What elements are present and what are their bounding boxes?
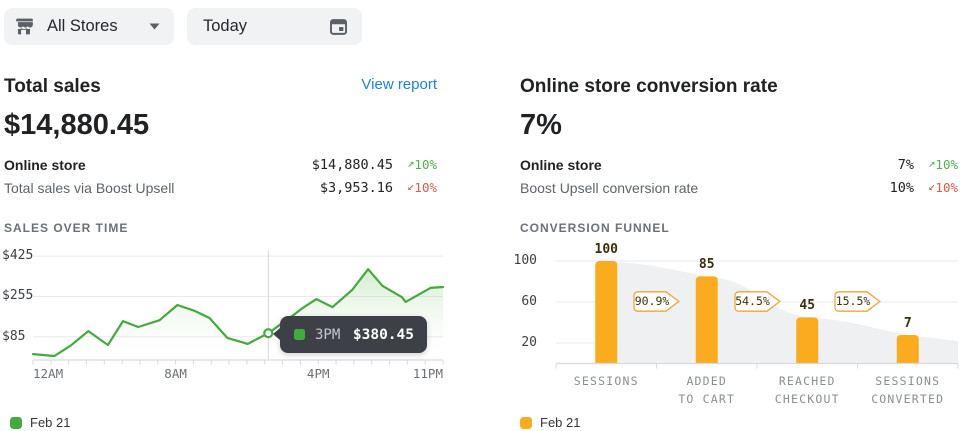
row-label: Online store	[520, 157, 602, 173]
funnel-stage-label: ADDED	[686, 374, 727, 388]
chart-tooltip: 3PM $380.45	[280, 316, 427, 353]
percent-badge: 15.5%	[834, 291, 881, 312]
y-axis-label: $425	[2, 248, 33, 263]
conversion-title: Online store conversion rate	[520, 76, 778, 98]
x-axis-label: 11PM	[413, 366, 443, 381]
tooltip-value: $380.45	[353, 327, 414, 343]
trend-badge: ↗10%	[914, 157, 958, 172]
bar-value-label: 7	[904, 316, 912, 331]
trend-up-icon: ↗	[407, 156, 414, 170]
bar-value-label: 100	[595, 242, 618, 257]
row-value: $3,953.16	[320, 180, 393, 196]
calendar-icon	[328, 16, 349, 37]
table-row: Boost Upsell conversion rate 10% ↙10%	[520, 176, 958, 199]
hover-marker	[264, 329, 272, 337]
funnel-stage-label: CHECKOUT	[775, 392, 840, 406]
row-label: Boost Upsell conversion rate	[520, 180, 698, 196]
analytics-dashboard: All Stores Today Total sales View report…	[0, 0, 960, 431]
total-sales-title: Total sales	[4, 76, 101, 98]
date-filter-button[interactable]: Today	[187, 8, 362, 45]
trend-down-icon: ↙	[928, 179, 935, 193]
storefront-icon	[14, 16, 35, 37]
row-value: 10%	[890, 180, 914, 196]
store-filter-button[interactable]: All Stores	[4, 8, 174, 45]
trend-down-icon: ↙	[407, 179, 414, 193]
funnel-bar[interactable]	[796, 317, 818, 363]
legend-swatch	[10, 417, 22, 429]
table-row: Online store 7% ↗10%	[520, 153, 958, 176]
row-value: $14,880.45	[312, 157, 393, 173]
funnel-stage-label: TO CART	[678, 392, 735, 406]
conversion-rate-panel: Online store conversion rate 7% Online s…	[520, 76, 958, 235]
y-axis-label: $255	[2, 288, 33, 303]
trend-percent: 10%	[935, 157, 958, 172]
total-sales-value: $14,880.45	[4, 108, 437, 142]
row-label: Total sales via Boost Upsell	[4, 180, 174, 196]
y-axis-label: 100	[506, 253, 537, 268]
trend-badge: ↗10%	[393, 157, 437, 172]
view-report-link[interactable]: View report	[361, 76, 437, 93]
bar-value-label: 85	[699, 257, 715, 272]
date-filter-label: Today	[203, 17, 247, 36]
x-axis-label: 4PM	[307, 366, 330, 381]
conversion-funnel-label: CONVERSION FUNNEL	[520, 221, 958, 235]
total-sales-panel: Total sales View report $14,880.45 Onlin…	[4, 76, 437, 235]
funnel-stage-label: REACHED	[779, 374, 836, 388]
table-row: Total sales via Boost Upsell $3,953.16 ↙…	[4, 176, 437, 199]
row-label: Online store	[4, 157, 86, 173]
funnel-stage-label: SESSIONS	[574, 374, 639, 388]
trend-badge: ↙10%	[393, 180, 437, 195]
funnel-stage-label: SESSIONS	[875, 374, 940, 388]
series-color-swatch	[294, 329, 305, 340]
trend-percent: 10%	[935, 180, 958, 195]
funnel-stage-label: CONVERTED	[871, 392, 944, 406]
funnel-bar[interactable]	[897, 335, 919, 364]
x-axis-label: 8AM	[164, 366, 187, 381]
tooltip-time: 3PM	[315, 327, 340, 343]
bar-value-label: 45	[799, 298, 815, 313]
trend-badge: ↙10%	[914, 180, 958, 195]
sales-over-time-label: SALES OVER TIME	[4, 221, 437, 235]
topbar: All Stores Today	[0, 0, 960, 52]
y-axis-label: 60	[506, 294, 537, 309]
funnel-bar[interactable]	[696, 276, 718, 363]
row-value: 7%	[898, 157, 914, 173]
percent-badge-label: 90.9%	[633, 294, 671, 308]
percent-badge: 90.9%	[633, 291, 680, 312]
trend-percent: 10%	[414, 180, 437, 195]
y-axis-label: $85	[2, 329, 25, 344]
percent-badge-label: 15.5%	[834, 294, 872, 308]
trend-up-icon: ↗	[928, 156, 935, 170]
x-axis-label: 12AM	[33, 366, 63, 381]
percent-badge-label: 54.5%	[734, 294, 772, 308]
total-sales-header: Total sales View report	[4, 76, 437, 99]
total-sales-breakdown: Online store $14,880.45 ↗10% Total sales…	[4, 153, 437, 199]
funnel-chart-legend: Feb 21	[520, 415, 580, 430]
conversion-header: Online store conversion rate	[520, 76, 958, 99]
trend-percent: 10%	[414, 157, 437, 172]
y-axis-label: 20	[506, 335, 537, 350]
legend-label: Feb 21	[540, 415, 580, 430]
sales-chart-legend: Feb 21	[10, 415, 70, 430]
chevron-down-icon	[149, 23, 160, 30]
table-row: Online store $14,880.45 ↗10%	[4, 153, 437, 176]
store-filter-label: All Stores	[47, 17, 118, 36]
percent-badge: 54.5%	[734, 291, 781, 312]
legend-swatch	[520, 417, 532, 429]
legend-label: Feb 21	[30, 415, 70, 430]
conversion-breakdown: Online store 7% ↗10% Boost Upsell conver…	[520, 153, 958, 199]
funnel-bar[interactable]	[595, 261, 617, 364]
conversion-value: 7%	[520, 108, 958, 142]
